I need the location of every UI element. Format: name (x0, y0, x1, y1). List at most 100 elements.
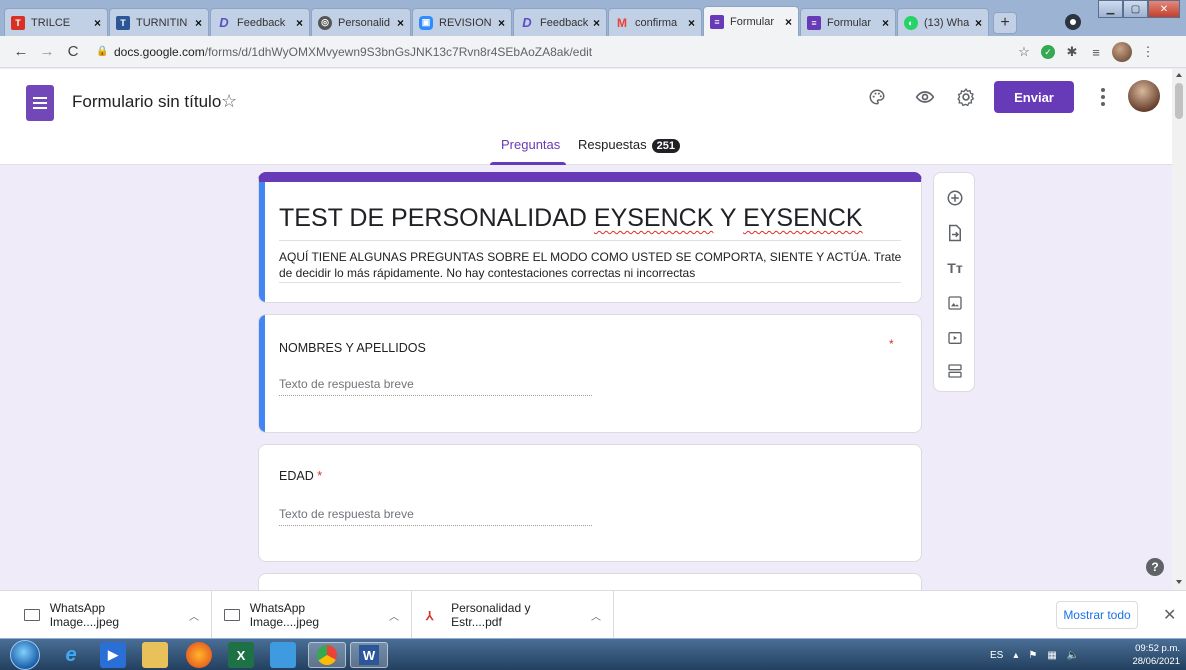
browser-tab-formulario-active[interactable]: ≡ Formular × (703, 6, 799, 36)
download-item[interactable]: WhatsApp Image....jpeg ︿ (16, 591, 212, 639)
form-title[interactable]: TEST DE PERSONALIDAD EYSENCK Y EYSENCK (279, 204, 863, 233)
scroll-up-icon[interactable] (1176, 73, 1182, 77)
page-scrollbar[interactable] (1172, 69, 1186, 590)
chevron-up-icon[interactable]: ︿ (591, 608, 601, 623)
question-card[interactable]: NOMBRES Y APELLIDOS * Texto de respuesta… (258, 314, 922, 433)
question-title[interactable]: EDAD * (279, 469, 322, 483)
download-item[interactable]: ⅄ Personalidad y Estr....pdf ︿ (418, 591, 614, 639)
close-tab-icon[interactable]: × (296, 16, 303, 30)
close-tab-icon[interactable]: × (498, 16, 505, 30)
question-title[interactable]: NOMBRES Y APELLIDOS (279, 341, 426, 355)
start-button[interactable] (10, 640, 40, 670)
tab-responses[interactable]: Respuestas 251 (578, 137, 681, 153)
chevron-up-icon[interactable]: ︿ (189, 608, 199, 623)
chrome-icon (317, 645, 337, 665)
address-bar[interactable]: 🔒 docs.google.com/forms/d/1dhWyOMXMvyewn… (96, 40, 1014, 64)
close-tab-icon[interactable]: × (688, 16, 695, 30)
excel-icon[interactable]: X (228, 642, 254, 668)
document-title[interactable]: Formulario sin título (72, 92, 221, 112)
reload-icon[interactable]: C (60, 43, 86, 60)
browser-tab-personalidad[interactable]: ◎ Personalid × (311, 8, 411, 36)
active-tab-indicator (490, 162, 566, 165)
minimize-button[interactable]: ▁ (1098, 0, 1123, 18)
chevron-up-icon[interactable]: ︿ (389, 608, 399, 623)
forms-favicon-icon: ≡ (807, 15, 821, 30)
close-tab-icon[interactable]: × (195, 16, 202, 30)
word-taskbar-icon[interactable]: W (350, 642, 388, 668)
new-tab-button[interactable]: + (993, 12, 1017, 34)
tab-title: REVISION (439, 16, 492, 29)
browser-menu-icon[interactable]: ⋮ (1136, 44, 1160, 60)
system-clock[interactable]: 09:52 p.m. 28/06/2021 (1124, 642, 1180, 668)
turnitin-favicon-icon: T (116, 15, 130, 30)
send-button[interactable]: Enviar (994, 81, 1074, 113)
add-section-icon[interactable] (945, 361, 965, 381)
browser-tab-feedback-2[interactable]: D Feedback × (513, 8, 607, 36)
star-icon[interactable]: ☆ (221, 91, 237, 112)
close-tab-icon[interactable]: × (397, 16, 404, 30)
internet-explorer-icon[interactable]: e (58, 642, 84, 668)
browser-tab-revision[interactable]: ▣ REVISION × (412, 8, 512, 36)
add-video-icon[interactable] (945, 328, 965, 348)
file-explorer-icon[interactable] (142, 642, 168, 668)
volume-icon[interactable]: 🔈 (1067, 650, 1079, 661)
bookmark-star-icon[interactable]: ☆ (1012, 44, 1036, 60)
show-hidden-icons-icon[interactable]: ▴ (1013, 650, 1018, 661)
globe-favicon-icon: ◎ (318, 15, 332, 30)
more-options-icon[interactable] (1095, 85, 1111, 109)
zoom-favicon-icon: ▣ (419, 15, 433, 30)
answer-underline (279, 395, 592, 396)
close-window-button[interactable]: ✕ (1148, 0, 1180, 18)
scrollbar-thumb[interactable] (1175, 83, 1183, 119)
profile-avatar[interactable] (1112, 42, 1132, 62)
required-asterisk: * (317, 469, 323, 483)
question-card[interactable]: EDAD * Texto de respuesta breve (258, 444, 922, 562)
add-title-text-icon[interactable]: Tт (945, 258, 965, 278)
browser-tab-turnitin[interactable]: T TURNITIN × (109, 8, 209, 36)
extensions-puzzle-icon[interactable]: ✱ (1060, 44, 1084, 60)
browser-tab-gmail[interactable]: M confirma × (608, 8, 702, 36)
maximize-button[interactable]: ▢ (1123, 0, 1148, 18)
download-item[interactable]: WhatsApp Image....jpeg ︿ (216, 591, 412, 639)
form-title-card[interactable]: TEST DE PERSONALIDAD EYSENCK Y EYSENCK A… (258, 172, 922, 303)
short-answer-placeholder: Texto de respuesta breve (279, 377, 414, 391)
close-tab-icon[interactable]: × (94, 16, 101, 30)
show-all-downloads-button[interactable]: Mostrar todo (1056, 601, 1138, 629)
settings-gear-icon[interactable] (954, 85, 978, 109)
app-icon[interactable] (270, 642, 296, 668)
palette-icon[interactable] (865, 85, 889, 109)
forward-arrow-icon[interactable]: → (34, 43, 60, 60)
browser-tab-whatsapp[interactable]: ◐ (13) Wha × (897, 8, 989, 36)
import-questions-icon[interactable] (945, 223, 965, 243)
preview-eye-icon[interactable] (913, 85, 937, 109)
firefox-icon[interactable] (186, 642, 212, 668)
feedback-favicon-icon: D (522, 15, 532, 30)
network-icon[interactable]: ▦ (1047, 650, 1056, 661)
form-description[interactable]: AQUÍ TIENE ALGUNAS PREGUNTAS SOBRE EL MO… (279, 249, 909, 281)
google-forms-logo-icon[interactable] (26, 85, 54, 121)
download-filename: Personalidad y Estr....pdf (451, 601, 531, 629)
add-question-icon[interactable] (945, 188, 965, 208)
action-center-flag-icon[interactable]: ⚑ (1028, 650, 1037, 661)
help-icon[interactable]: ? (1146, 558, 1164, 576)
close-tab-icon[interactable]: × (882, 16, 889, 30)
close-downloads-icon[interactable]: ✕ (1163, 605, 1176, 625)
clock-date: 28/06/2021 (1132, 656, 1180, 667)
add-image-icon[interactable] (945, 293, 965, 313)
close-tab-icon[interactable]: × (785, 15, 792, 29)
account-avatar[interactable] (1128, 80, 1160, 112)
profile-icon[interactable] (1065, 14, 1081, 30)
close-tab-icon[interactable]: × (975, 16, 982, 30)
browser-tab-formulario[interactable]: ≡ Formular × (800, 8, 896, 36)
browser-tab-feedback-1[interactable]: D Feedback × (210, 8, 310, 36)
extension-check-icon[interactable]: ✓ (1041, 45, 1055, 59)
language-indicator[interactable]: ES (990, 650, 1003, 661)
reading-list-icon[interactable]: ≡ (1084, 45, 1108, 60)
scroll-down-icon[interactable] (1176, 580, 1182, 584)
back-arrow-icon[interactable]: ← (8, 43, 34, 60)
browser-tab-trilce[interactable]: T TRILCE × (4, 8, 108, 36)
close-tab-icon[interactable]: × (593, 16, 600, 30)
tab-questions[interactable]: Preguntas (501, 137, 560, 152)
media-player-icon[interactable]: ▶ (100, 642, 126, 668)
chrome-taskbar-icon[interactable] (308, 642, 346, 668)
